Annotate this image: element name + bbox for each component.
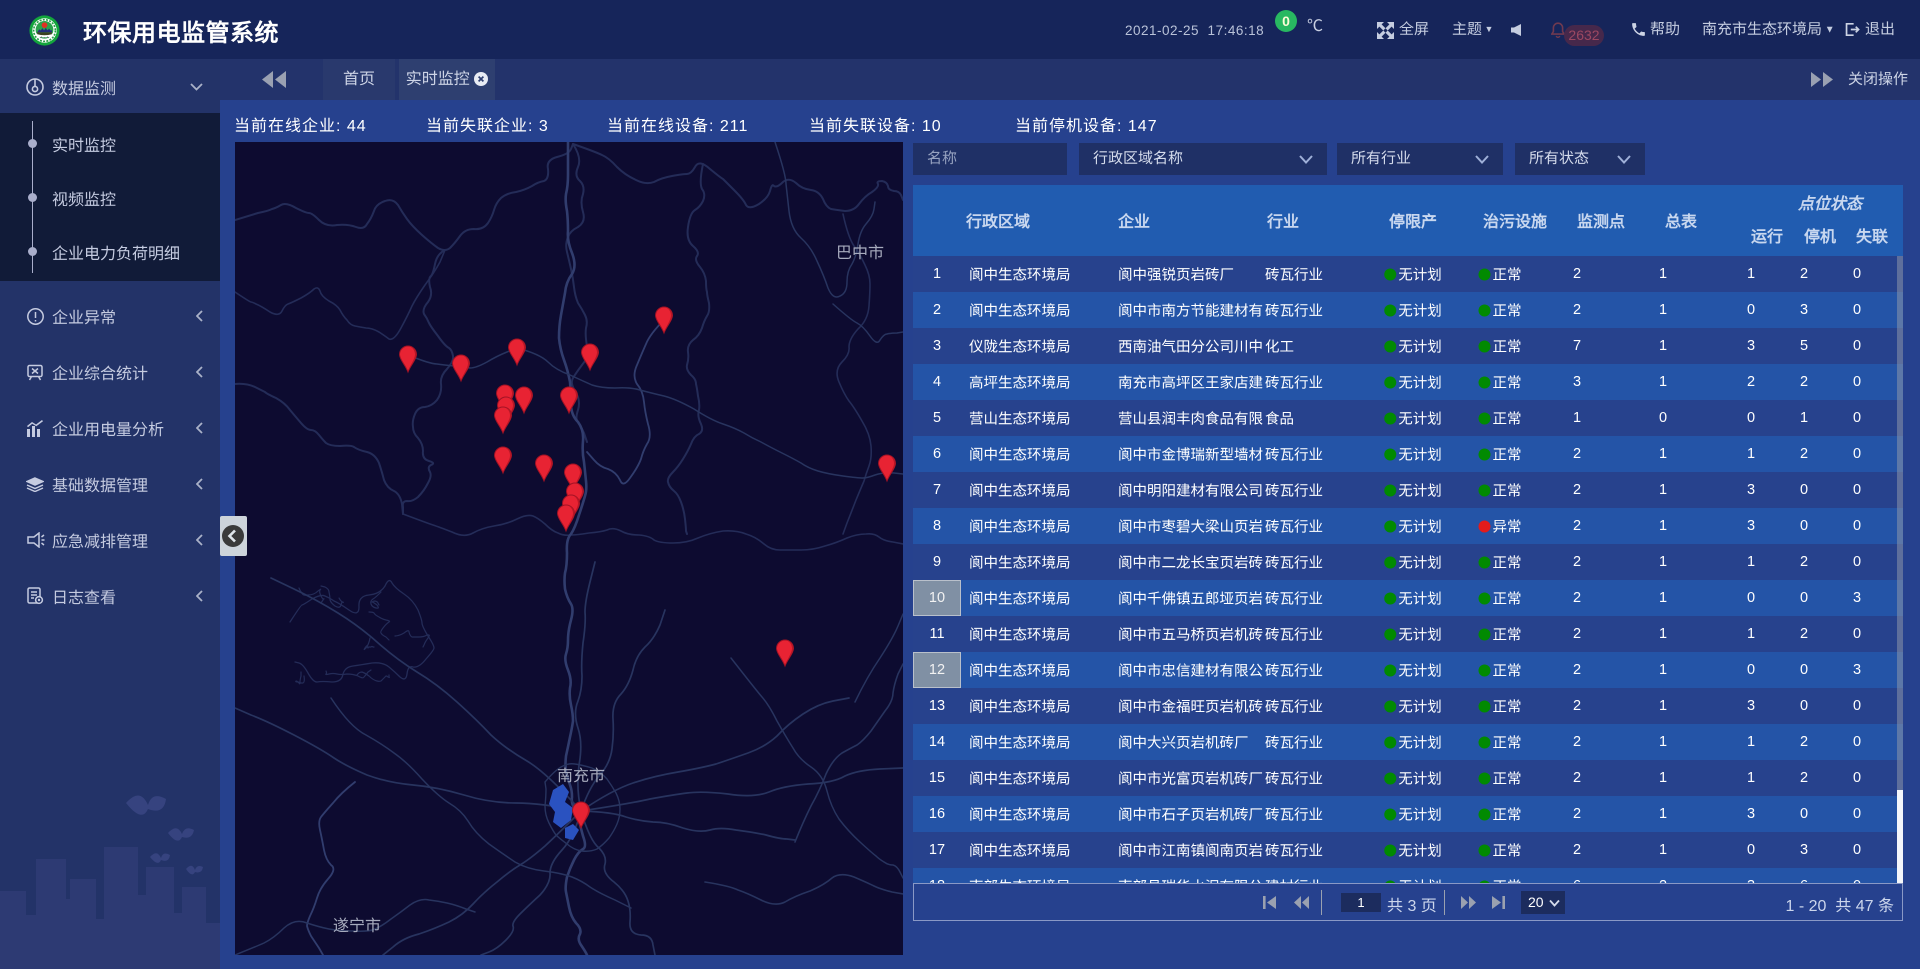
- svg-text:遂宁市: 遂宁市: [333, 917, 381, 935]
- svg-text:巴中市: 巴中市: [836, 244, 884, 262]
- svg-text:南充市: 南充市: [557, 767, 605, 785]
